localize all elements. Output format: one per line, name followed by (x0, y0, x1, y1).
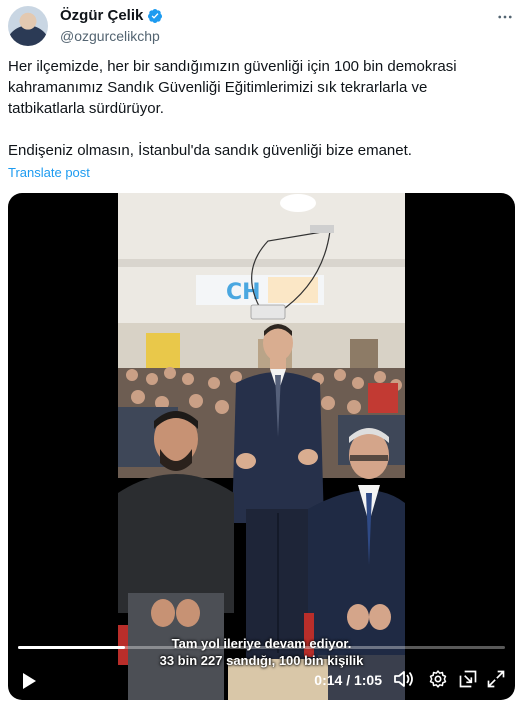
video-frame[interactable]: CH (118, 193, 405, 700)
avatar[interactable] (8, 6, 48, 46)
video-controls: 0:14 / 1:05 (8, 640, 515, 700)
post-header: Özgür Çelik @ozgurcelikchp (8, 6, 519, 46)
video-progress-fill (18, 646, 126, 649)
more-options-icon[interactable] (493, 6, 517, 28)
verified-badge-icon (147, 8, 163, 24)
video-player[interactable]: CH Tam yol ileriye devam ediyor. 33 bin … (8, 193, 515, 700)
author-display-name[interactable]: Özgür Çelik (60, 7, 143, 25)
settings-icon[interactable] (427, 668, 449, 690)
post-text: Her ilçemizde, her bir sandığımızın güve… (8, 56, 508, 161)
video-progress-bar[interactable] (18, 646, 505, 649)
fullscreen-icon[interactable] (485, 668, 507, 690)
volume-icon[interactable] (393, 668, 415, 690)
video-time-display: 0:14 / 1:05 (314, 672, 382, 688)
svg-text:CH: CH (226, 280, 261, 305)
author-handle[interactable]: @ozgurcelikchp (60, 27, 163, 45)
author-block: Özgür Çelik @ozgurcelikchp (60, 7, 163, 45)
translate-post-link[interactable]: Translate post (8, 165, 90, 181)
picture-in-picture-icon[interactable] (457, 668, 479, 690)
play-icon[interactable] (18, 670, 40, 692)
post-paragraph-2: Endişeniz olmasın, İstanbul'da sandık gü… (8, 142, 412, 159)
post-paragraph-1: Her ilçemizde, her bir sandığımızın güve… (8, 58, 457, 117)
name-row: Özgür Çelik (60, 7, 163, 25)
